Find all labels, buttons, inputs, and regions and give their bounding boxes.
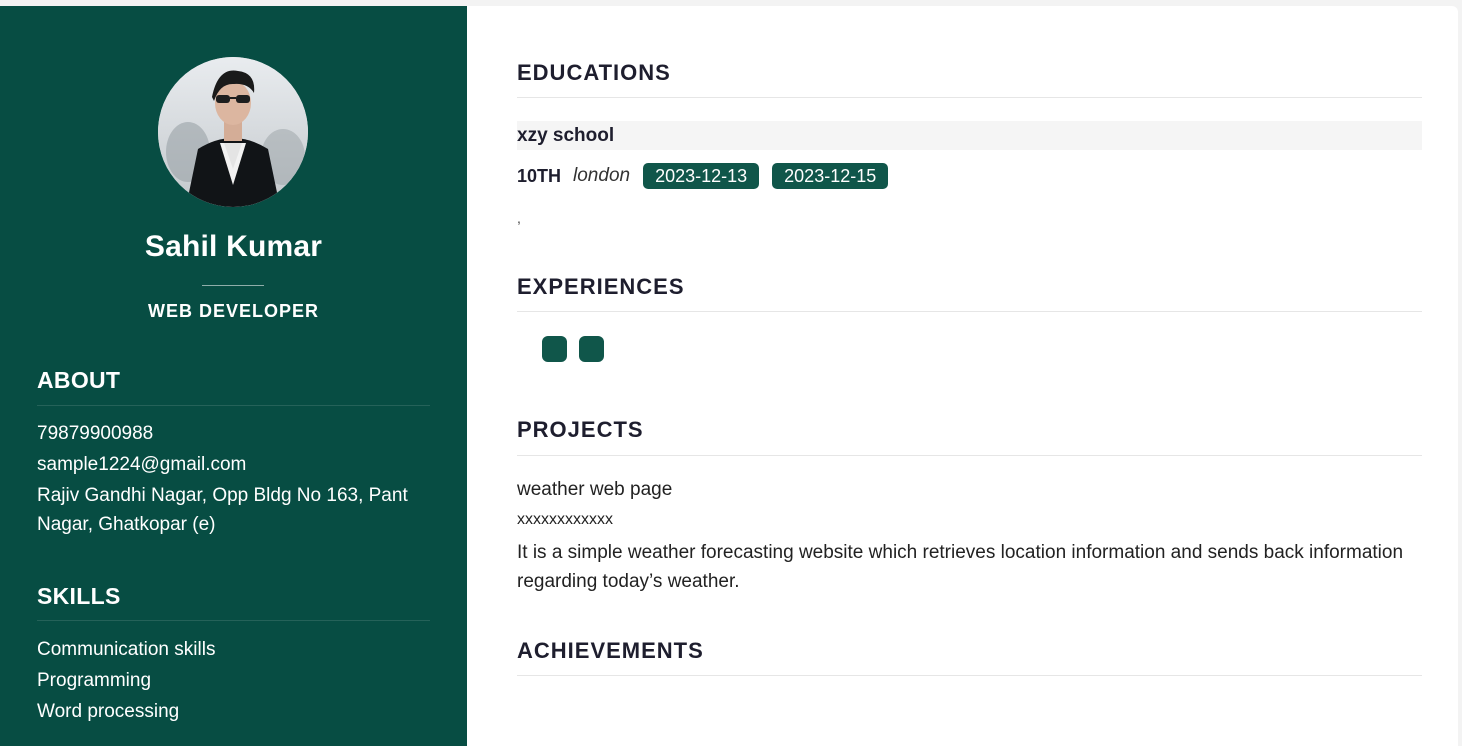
education-details: 10TH london 2023-12-13 2023-12-15 <box>517 163 901 189</box>
experiences-heading: EXPERIENCES <box>517 274 685 299</box>
main-content: EDUCATIONS xzy school 10TH london 2023-1… <box>517 6 1422 746</box>
project-link[interactable]: xxxxxxxxxxxx <box>517 511 613 529</box>
profile-role: WEB DEVELOPER <box>147 301 320 321</box>
profile-name: Sahil Kumar <box>144 230 323 263</box>
about-list: 79879900988 sample1224@gmail.com Rajiv G… <box>37 418 437 539</box>
about-divider <box>37 405 430 406</box>
skills-heading: SKILLS <box>37 583 121 609</box>
about-address: Rajiv Gandhi Nagar, Opp Bldg No 163, Pan… <box>37 485 408 535</box>
experiences-divider <box>517 311 1422 312</box>
about-email: sample1224@gmail.com <box>37 454 247 475</box>
about-phone: 79879900988 <box>37 423 154 444</box>
education-separator: , <box>517 210 521 226</box>
experience-end-date-badge <box>579 336 604 362</box>
avatar-photo <box>158 57 308 207</box>
educations-heading: EDUCATIONS <box>517 60 671 85</box>
achievements-heading: ACHIEVEMENTS <box>517 638 704 663</box>
sidebar: Sahil Kumar WEB DEVELOPER ABOUT 79879900… <box>0 6 467 746</box>
about-heading: ABOUT <box>37 367 121 393</box>
project-description: It is a simple weather forecasting websi… <box>517 542 1404 592</box>
avatar <box>158 57 308 207</box>
experience-start-date-badge <box>542 336 567 362</box>
achievements-divider <box>517 675 1422 676</box>
education-end-date-badge: 2023-12-15 <box>772 163 889 189</box>
skill-item: Programming <box>37 670 152 691</box>
education-city: london <box>573 165 631 186</box>
resume-page: Sahil Kumar WEB DEVELOPER ABOUT 79879900… <box>0 6 1458 746</box>
skills-list: Communication skills Programming Word pr… <box>37 634 437 727</box>
education-degree: 10TH <box>517 165 562 186</box>
name-divider <box>202 285 264 286</box>
skills-divider <box>37 620 430 621</box>
projects-heading: PROJECTS <box>517 417 644 442</box>
educations-divider <box>517 97 1422 98</box>
education-school: xzy school <box>517 121 1422 150</box>
skill-item: Word processing <box>37 701 180 722</box>
education-start-date-badge: 2023-12-13 <box>643 163 760 189</box>
skill-item: Communication skills <box>37 639 216 660</box>
projects-divider <box>517 455 1422 456</box>
project-title: weather web page <box>517 479 673 500</box>
